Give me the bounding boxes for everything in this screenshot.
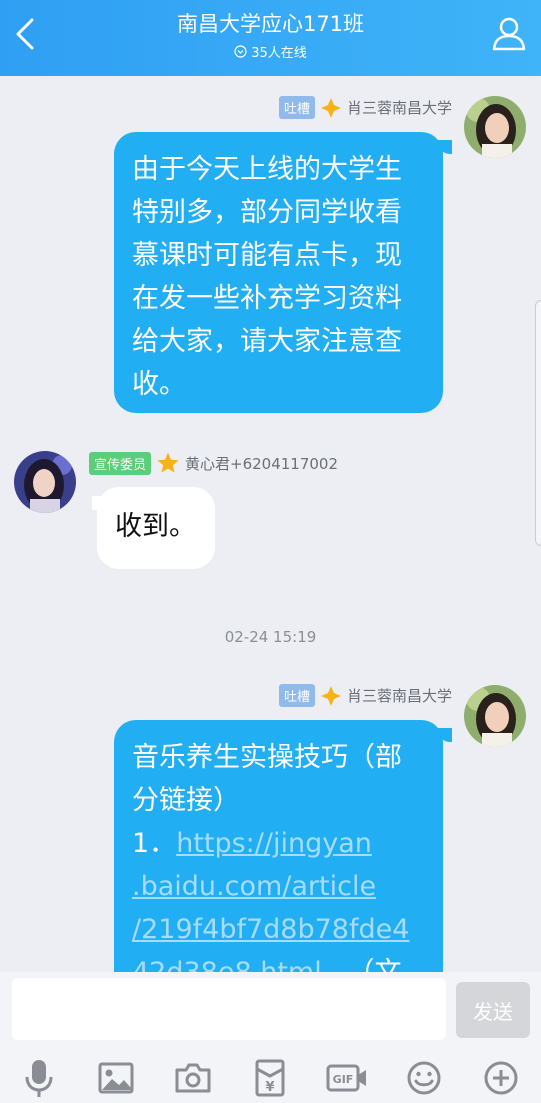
group-members-button[interactable] — [489, 12, 529, 56]
yuan-sign: ¥ — [265, 1080, 274, 1095]
message-line: 在发一些补充学习资料 — [132, 283, 402, 314]
chat-title: 南昌大学应心171班 — [176, 12, 365, 36]
sender-name: 肖三蓉南昌大学 — [346, 99, 452, 117]
gif-label: GIF — [333, 1073, 354, 1086]
message-line: 音乐养生实操技巧（部 — [132, 742, 402, 773]
voice-button[interactable] — [17, 1056, 61, 1100]
red-packet-icon: ¥ — [255, 1059, 285, 1097]
message-line: 特别多，部分同学收看 — [132, 197, 402, 228]
emoji-button[interactable] — [402, 1056, 446, 1100]
member-tag: 吐槽 — [278, 684, 315, 707]
chat-header: 南昌大学应心171班 35人在线 — [0, 0, 541, 76]
message-line: 由于今天上线的大学生 — [132, 154, 402, 185]
article-link[interactable]: /219f4bf7d8b78fde4 — [132, 908, 425, 951]
avatar[interactable] — [14, 451, 76, 513]
message-line: 1．https://jingyan — [132, 822, 425, 865]
online-count[interactable]: 35人在线 — [0, 42, 541, 61]
message-bubble[interactable]: 由于今天上线的大学生 特别多，部分同学收看 慕课时可能有点卡，现 在发一些补充学… — [114, 132, 443, 413]
sender-name: 黄心君+6204117002 — [185, 454, 339, 473]
emoji-icon — [407, 1061, 441, 1095]
sender-name: 肖三蓉南昌大学 — [346, 687, 452, 705]
gif-icon: GIF — [326, 1064, 366, 1092]
star-badge-icon — [157, 452, 179, 473]
message-meta: 吐槽 肖三蓉南昌大学 — [278, 96, 452, 119]
message-line: 分链接） — [132, 785, 240, 816]
member-tag: 宣传委员 — [89, 451, 152, 475]
message-line: 给大家，请大家注意查 — [132, 326, 402, 357]
composer-toolbar: ¥ GIF — [0, 1056, 541, 1102]
member-tag: 吐槽 — [278, 96, 315, 119]
send-button[interactable]: 发送 — [456, 982, 530, 1038]
article-link[interactable]: https://jingyan — [176, 828, 372, 859]
avatar-photo — [14, 451, 76, 513]
chevron-down-circle-icon — [234, 45, 247, 58]
gif-button[interactable]: GIF — [325, 1056, 369, 1100]
diamond-badge-icon — [320, 97, 341, 118]
diamond-badge-icon — [320, 685, 341, 706]
avatar[interactable] — [464, 96, 526, 158]
message-line: 慕课时可能有点卡，现 — [132, 240, 402, 271]
online-count-label: 35人在线 — [251, 46, 307, 61]
message-meta: 吐槽 肖三蓉南昌大学 — [278, 684, 452, 707]
message-line: 收。 — [132, 369, 186, 400]
timestamp: 02-24 15:19 — [224, 628, 317, 646]
list-number: 1． — [132, 828, 177, 859]
message-input[interactable] — [12, 978, 446, 1040]
avatar-photo — [464, 685, 526, 747]
avatar-photo — [464, 96, 526, 158]
red-packet-button[interactable]: ¥ — [248, 1056, 292, 1100]
more-button[interactable] — [479, 1056, 523, 1100]
composer: 发送 ¥ GIF — [0, 972, 541, 1103]
plus-icon — [484, 1061, 518, 1095]
article-link[interactable]: .baidu.com/article — [132, 865, 425, 908]
message-bubble[interactable]: 收到。 — [97, 487, 215, 569]
camera-button[interactable] — [171, 1056, 215, 1100]
scroll-handle[interactable] — [535, 300, 541, 546]
message-meta: 宣传委员 黄心君+6204117002 — [89, 451, 338, 475]
camera-icon — [175, 1063, 211, 1093]
image-icon — [98, 1062, 134, 1094]
message-line: 收到。 — [115, 511, 196, 542]
person-icon — [492, 17, 526, 51]
image-button[interactable] — [94, 1056, 138, 1100]
mic-icon — [25, 1060, 53, 1097]
avatar[interactable] — [464, 685, 526, 747]
